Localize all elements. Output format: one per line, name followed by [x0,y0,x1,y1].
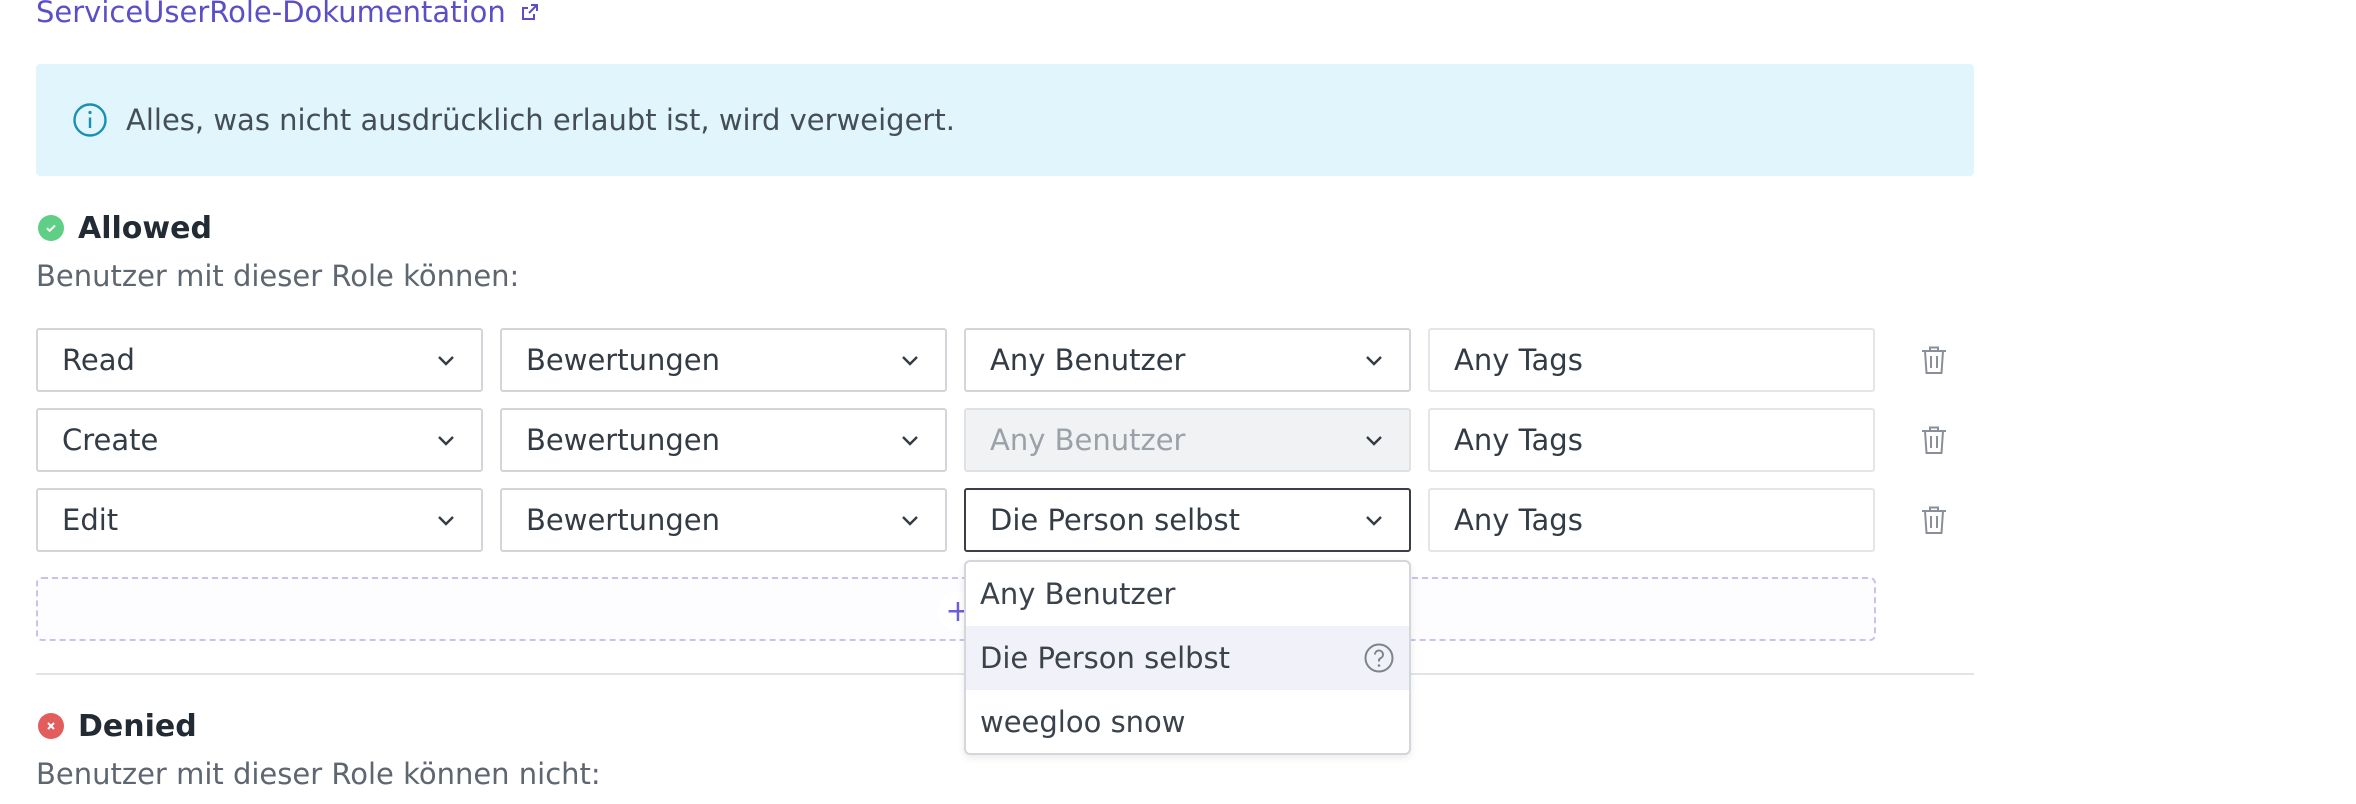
action-select[interactable]: Create [36,408,483,472]
chevron-down-icon [438,436,454,446]
chevron-down-icon [438,356,454,366]
denied-heading: Denied [38,706,197,746]
resource-select[interactable]: Bewertungen [500,408,947,472]
tags-field[interactable]: Any Tags [1428,328,1875,392]
info-banner: Alles, was nicht ausdrücklich erlaubt is… [36,64,1974,176]
allowed-subtitle: Benutzer mit dieser Role können: [36,259,520,293]
scope-select-open[interactable]: Die Person selbst [964,488,1411,552]
chevron-down-icon [902,436,918,446]
scope-select-value: Any Benutzer [990,423,1186,457]
allowed-heading: Allowed [38,208,212,248]
dropdown-option-label: weegloo snow [980,705,1186,739]
scope-dropdown-menu: Any Benutzer Die Person selbst weegloo s… [964,560,1411,755]
action-select[interactable]: Edit [36,488,483,552]
denied-subtitle: Benutzer mit dieser Role können nicht: [36,757,601,791]
dropdown-option-label: Any Benutzer [980,577,1176,611]
info-banner-text: Alles, was nicht ausdrücklich erlaubt is… [126,103,955,137]
action-select[interactable]: Read [36,328,483,392]
chevron-down-icon [902,516,918,526]
dropdown-option-user[interactable]: weegloo snow [966,690,1409,753]
tags-field-value: Any Tags [1454,423,1583,457]
dropdown-option-any-user[interactable]: Any Benutzer [966,562,1409,626]
x-circle-icon [38,713,64,739]
tags-field-value: Any Tags [1454,503,1583,537]
tags-field[interactable]: Any Tags [1428,488,1875,552]
denied-title: Denied [78,708,197,744]
check-circle-icon [38,215,64,241]
allowed-title: Allowed [78,210,212,246]
chevron-down-icon [1366,356,1382,366]
resource-select-value: Bewertungen [526,503,720,537]
help-icon[interactable] [1363,642,1395,674]
resource-select-value: Bewertungen [526,423,720,457]
action-select-value: Read [62,343,135,377]
dropdown-option-self[interactable]: Die Person selbst [966,626,1409,690]
scope-select-disabled: Any Benutzer [964,408,1411,472]
add-rule-button[interactable]: + [36,577,1876,641]
dropdown-option-label: Die Person selbst [980,641,1231,675]
tags-field-value: Any Tags [1454,343,1583,377]
chevron-down-icon [1366,516,1382,526]
delete-rule-button[interactable] [1914,500,1954,540]
action-select-value: Create [62,423,159,457]
trash-icon [1922,426,1946,454]
action-select-value: Edit [62,503,119,537]
scope-select-value: Die Person selbst [990,503,1241,537]
documentation-link[interactable]: ServiceUserRole-Dokumentation [36,0,540,30]
documentation-link-label: ServiceUserRole-Dokumentation [36,0,506,29]
resource-select[interactable]: Bewertungen [500,488,947,552]
resource-select-value: Bewertungen [526,343,720,377]
trash-icon [1922,506,1946,534]
chevron-down-icon [438,516,454,526]
info-icon [73,103,107,137]
external-link-icon [521,4,538,20]
chevron-down-icon [902,356,918,366]
scope-select[interactable]: Any Benutzer [964,328,1411,392]
scope-select-value: Any Benutzer [990,343,1186,377]
chevron-down-icon [1366,436,1382,446]
trash-icon [1922,346,1946,374]
delete-rule-button[interactable] [1914,340,1954,380]
tags-field[interactable]: Any Tags [1428,408,1875,472]
delete-rule-button[interactable] [1914,420,1954,460]
resource-select[interactable]: Bewertungen [500,328,947,392]
